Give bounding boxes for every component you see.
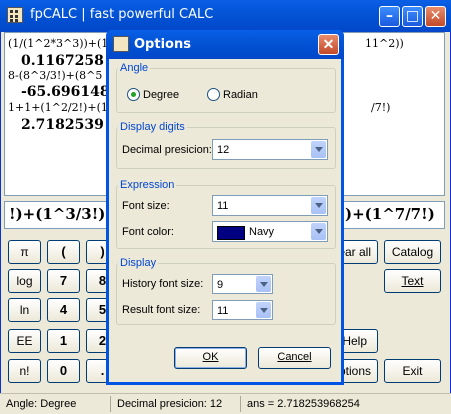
history-result: 2.7182539 bbox=[21, 117, 104, 133]
decimal-precision-label: Decimal presicion: bbox=[122, 144, 212, 156]
ok-button[interactable]: OK bbox=[174, 347, 247, 369]
key-factorial[interactable]: n! bbox=[8, 359, 41, 383]
decimal-precision-value: 12 bbox=[217, 144, 230, 156]
result-font-size-value: 11 bbox=[217, 305, 229, 317]
chevron-down-icon[interactable] bbox=[311, 223, 326, 240]
history-font-size-value: 9 bbox=[217, 279, 224, 291]
status-precision: Decimal presicion: 12 bbox=[117, 398, 223, 410]
degree-radio[interactable] bbox=[127, 88, 140, 101]
text-button[interactable]: Text bbox=[384, 269, 441, 293]
calculator-icon bbox=[113, 36, 129, 52]
history-font-size-select[interactable]: 9 bbox=[212, 274, 273, 294]
cancel-button[interactable]: Cancel bbox=[258, 347, 331, 369]
history-expr-right: 11^2)) bbox=[365, 37, 404, 50]
status-angle: Angle: Degree bbox=[6, 398, 77, 410]
history-result: 0.1167258 bbox=[21, 53, 104, 69]
result-font-size-select[interactable]: 11 bbox=[212, 300, 273, 320]
key-1[interactable]: 1 bbox=[47, 329, 80, 353]
history-result: -65.696148 bbox=[21, 84, 110, 100]
status-divider bbox=[240, 396, 241, 412]
display-group-label: Display bbox=[118, 257, 159, 269]
expression-group-label: Expression bbox=[118, 179, 177, 191]
minimize-icon: – bbox=[386, 8, 393, 24]
radian-radio[interactable] bbox=[207, 88, 220, 101]
key-pi[interactable]: π bbox=[8, 240, 41, 264]
font-size-select[interactable]: 11 bbox=[212, 195, 328, 216]
decimal-precision-select[interactable]: 12 bbox=[212, 139, 328, 160]
close-icon: ✕ bbox=[322, 36, 335, 52]
history-font-size-label: History font size: bbox=[122, 278, 204, 290]
dialog-title: Options bbox=[134, 37, 191, 52]
angle-group-label: Angle bbox=[118, 62, 151, 74]
history-expr: 1+1+(1^2/2!)+(1^ bbox=[8, 101, 118, 114]
degree-label[interactable]: Degree bbox=[143, 89, 179, 101]
status-bar: Angle: Degree Decimal presicion: 12 ans … bbox=[0, 393, 451, 414]
maximize-icon: □ bbox=[405, 8, 420, 24]
key-4[interactable]: 4 bbox=[47, 298, 80, 322]
color-swatch bbox=[217, 226, 245, 240]
expression-text-right: )+(1^7/7!) bbox=[345, 205, 435, 223]
exit-button[interactable]: Exit bbox=[384, 359, 441, 383]
close-icon: ✕ bbox=[429, 8, 442, 24]
chevron-down-icon[interactable] bbox=[256, 276, 271, 292]
display-digits-group-label: Display digits bbox=[118, 121, 187, 133]
font-size-label: Font size: bbox=[122, 200, 170, 212]
chevron-down-icon[interactable] bbox=[311, 197, 326, 214]
minimize-button[interactable]: – bbox=[379, 6, 400, 27]
radian-label[interactable]: Radian bbox=[223, 89, 258, 101]
history-expr: 8-(8^3/3!)+(8^5 bbox=[8, 69, 103, 82]
history-expr-right: /7!) bbox=[371, 101, 391, 114]
dialog-close-button[interactable]: ✕ bbox=[318, 34, 339, 55]
status-ans: ans = 2.718253968254 bbox=[247, 398, 360, 410]
chevron-down-icon[interactable] bbox=[311, 141, 326, 158]
catalog-button[interactable]: Catalog bbox=[384, 240, 441, 264]
status-divider bbox=[110, 396, 111, 412]
chevron-down-icon[interactable] bbox=[256, 302, 271, 318]
font-size-value: 11 bbox=[217, 200, 229, 212]
key-7[interactable]: 7 bbox=[47, 269, 80, 293]
font-color-select[interactable]: Navy bbox=[212, 221, 328, 242]
key-ln[interactable]: ln bbox=[8, 298, 41, 322]
key-lparen[interactable]: ( bbox=[47, 240, 80, 264]
result-font-size-label: Result font size: bbox=[122, 304, 201, 316]
key-0[interactable]: 0 bbox=[47, 359, 80, 383]
font-color-label: Font color: bbox=[122, 226, 174, 238]
close-button[interactable]: ✕ bbox=[425, 6, 446, 27]
key-ee[interactable]: EE bbox=[8, 329, 41, 353]
calculator-icon bbox=[7, 7, 23, 23]
key-log[interactable]: log bbox=[8, 269, 41, 293]
expression-text-left: !)+(1^3/3!) bbox=[9, 205, 106, 223]
font-color-value: Navy bbox=[249, 226, 275, 238]
maximize-button[interactable]: □ bbox=[402, 6, 423, 27]
window-title: fpCALC | fast powerful CALC bbox=[30, 7, 214, 22]
